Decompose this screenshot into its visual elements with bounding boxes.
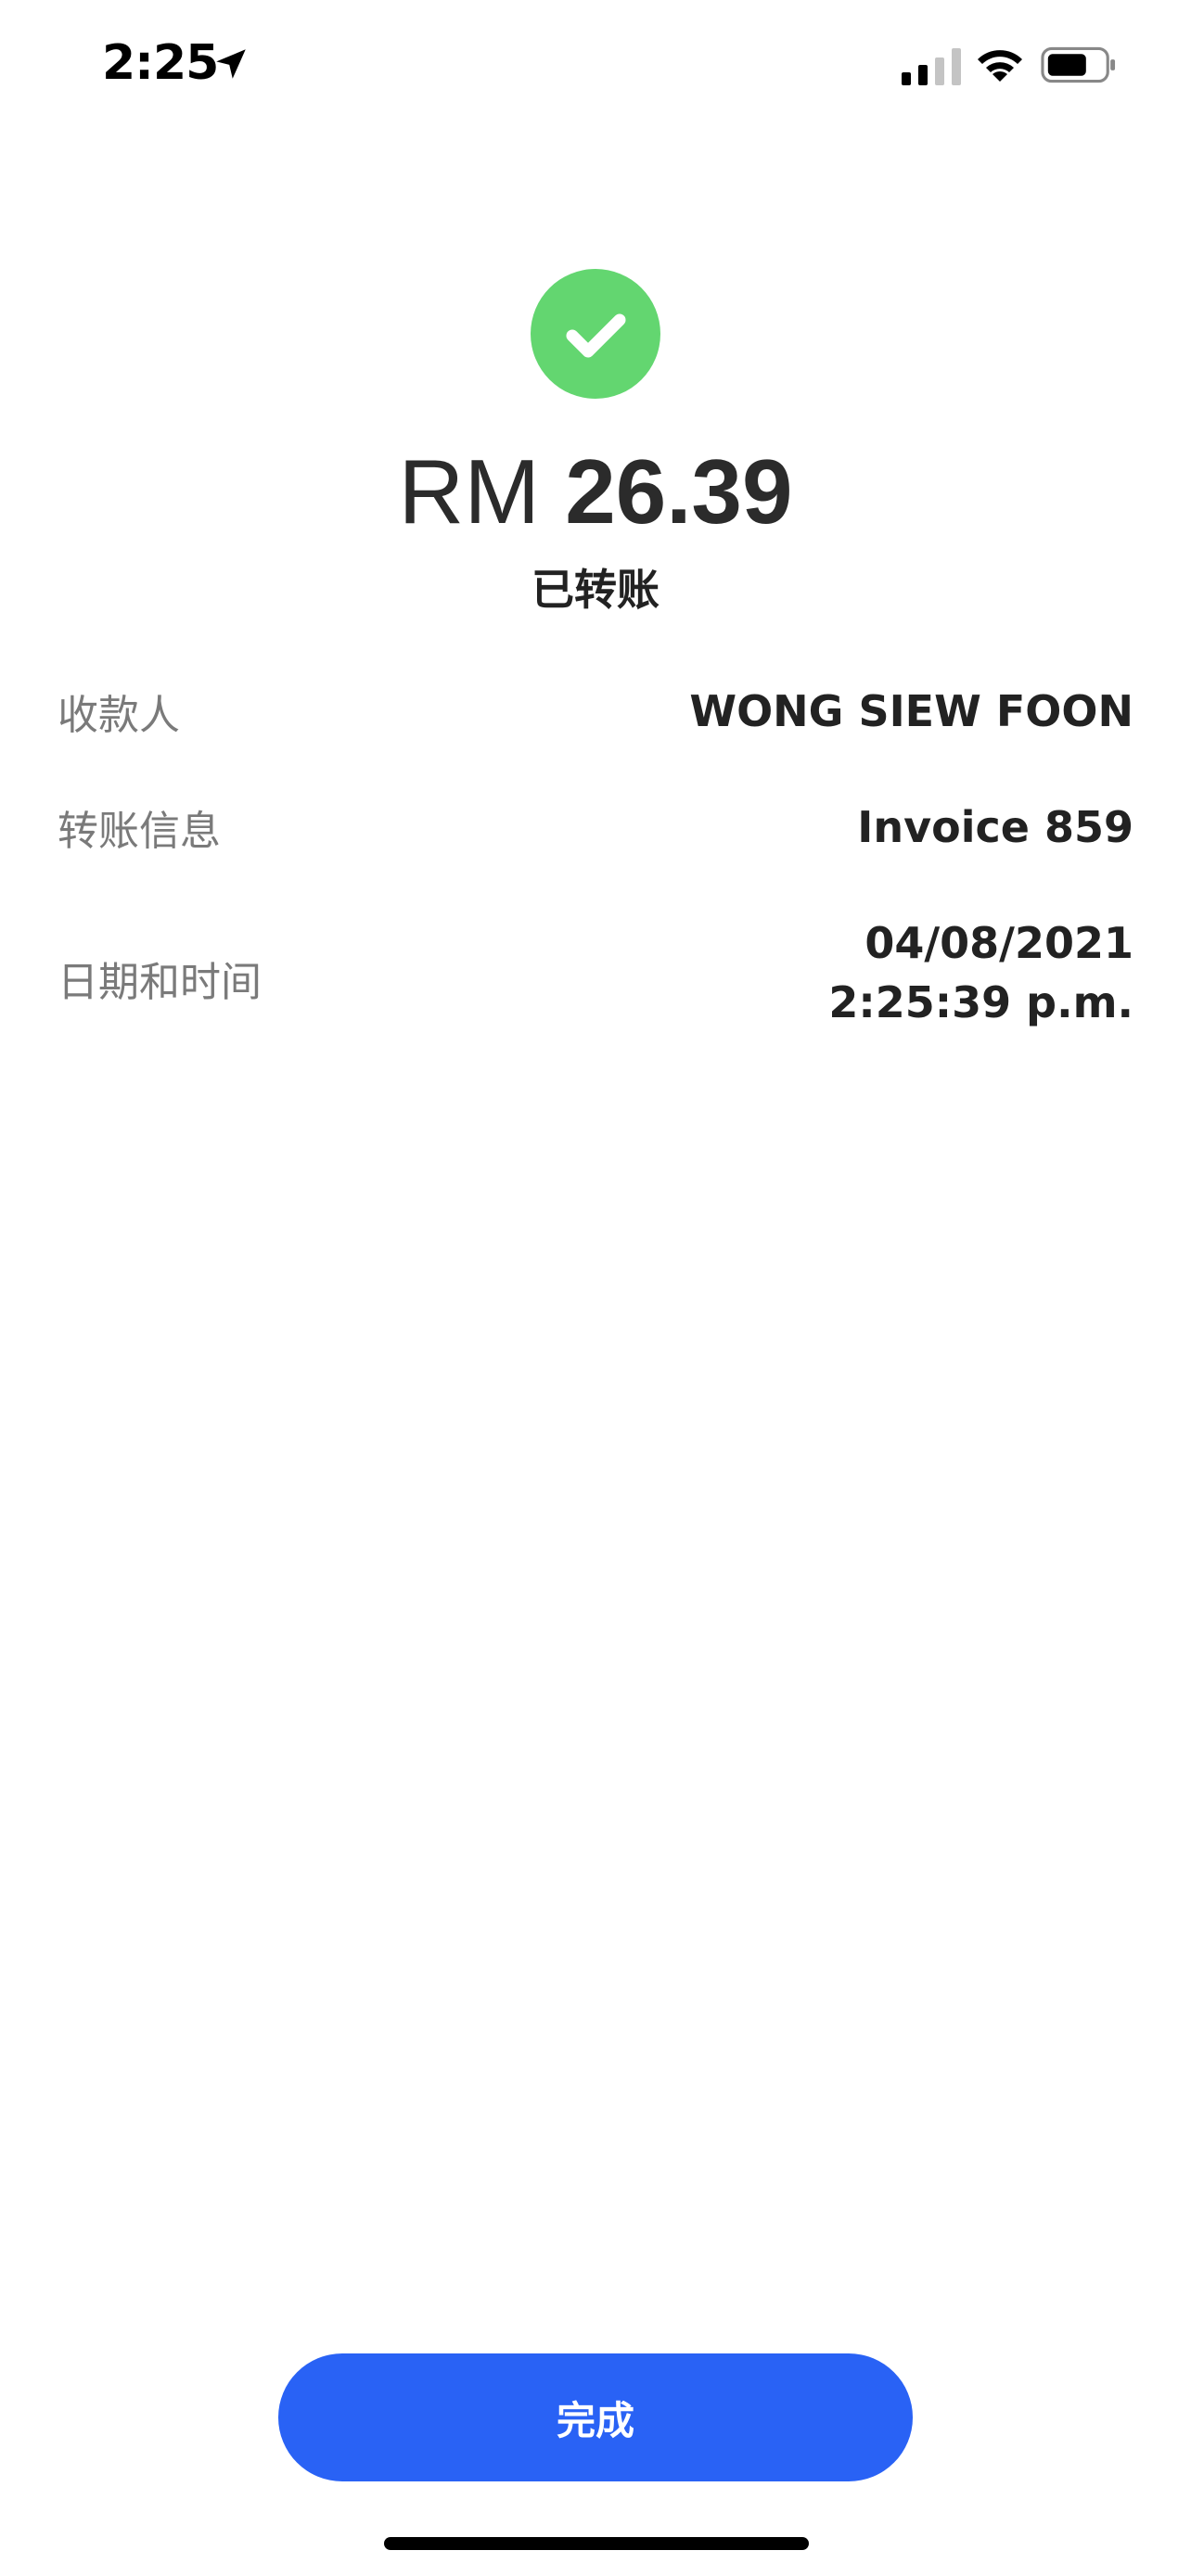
datetime-row: 日期和时间 04/08/2021 2:25:39 p.m.	[58, 913, 1133, 1043]
time-value: 2:25:39 p.m.	[828, 977, 1133, 1027]
reference-row: 转账信息 Invoice 859	[58, 797, 1133, 862]
success-checkmark-badge	[531, 269, 660, 399]
status-time: 2:25	[102, 35, 219, 91]
transfer-status: 已转账	[531, 565, 660, 615]
transfer-amount: RM 26.39	[0, 436, 1191, 547]
status-bar: 2:25	[0, 0, 1191, 130]
datetime-value: 04/08/2021 2:25:39 p.m.	[828, 913, 1133, 1032]
datetime-label: 日期和时间	[58, 959, 262, 1006]
recipient-row: 收款人 WONG SIEW FOON	[58, 682, 1133, 746]
recipient-value: WONG SIEW FOON	[689, 686, 1133, 736]
reference-label: 转账信息	[58, 808, 221, 855]
wifi-icon	[978, 50, 1022, 82]
reference-value: Invoice 859	[857, 802, 1133, 852]
amount-value: 26.39	[565, 440, 793, 542]
recipient-label: 收款人	[58, 692, 180, 739]
checkmark-icon	[566, 313, 626, 358]
date-value: 04/08/2021	[864, 918, 1133, 968]
battery-icon	[1041, 46, 1116, 83]
done-button[interactable]: 完成	[278, 2353, 913, 2481]
home-indicator[interactable]	[384, 2537, 809, 2550]
location-arrow-icon	[216, 49, 246, 79]
amount-currency: RM	[398, 440, 540, 542]
cellular-signal-icon	[902, 48, 961, 85]
